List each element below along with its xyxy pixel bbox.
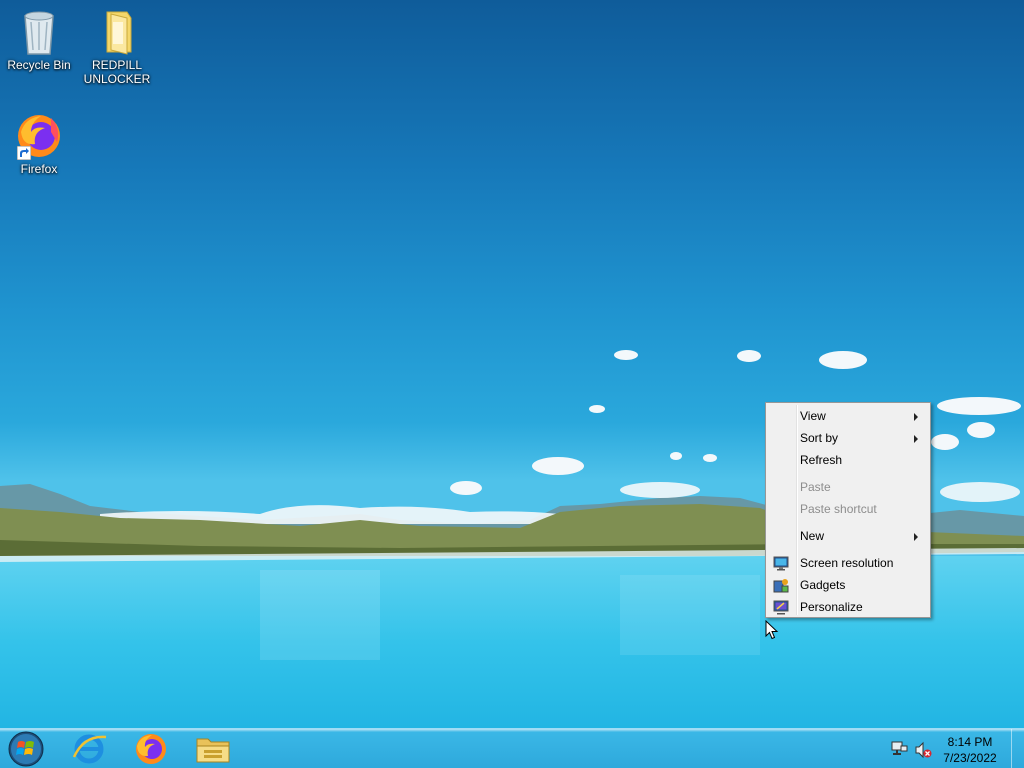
- firefox-icon: [15, 112, 63, 160]
- menu-item-label: New: [800, 529, 825, 543]
- menu-item-label: Personalize: [800, 600, 863, 614]
- recycle-bin-icon: [15, 8, 63, 56]
- menu-item-paste-shortcut[interactable]: Paste shortcut: [768, 498, 928, 520]
- menu-item-label: View: [800, 409, 826, 423]
- desktop[interactable]: Recycle Bin REDPILL UNLOCKER Firefox Vie…: [0, 0, 1024, 728]
- menu-item-label: Sort by: [800, 431, 839, 445]
- wallpaper-landscape: [0, 350, 1024, 728]
- taskbar-internet-explorer[interactable]: [62, 731, 116, 767]
- menu-item-gadgets[interactable]: Gadgets: [768, 574, 928, 596]
- menu-item-paste[interactable]: Paste: [768, 476, 928, 498]
- submenu-arrow-icon: [914, 413, 918, 421]
- show-desktop-button[interactable]: [1011, 729, 1024, 768]
- screen-resolution-icon: [773, 556, 789, 571]
- desktop-icon-label: Recycle Bin: [7, 58, 71, 72]
- desktop-icon-recycle-bin[interactable]: Recycle Bin: [1, 8, 77, 72]
- menu-item-label: Gadgets: [800, 578, 846, 592]
- personalize-icon: [773, 600, 789, 615]
- menu-item-view[interactable]: View: [768, 405, 928, 427]
- menu-item-label: Paste: [800, 480, 831, 494]
- menu-item-personalize[interactable]: Personalize: [768, 596, 928, 618]
- desktop-context-menu: View Sort by Refresh Paste Paste shortcu…: [765, 402, 931, 618]
- folder-icon: [93, 8, 141, 56]
- clock-time: 8:14 PM: [947, 735, 993, 749]
- clock-date: 7/23/2022: [943, 751, 997, 765]
- system-tray: 8:14 PM 7/23/2022: [874, 729, 1024, 768]
- firefox-icon: [136, 734, 166, 764]
- taskbar-file-explorer[interactable]: [186, 731, 240, 767]
- internet-explorer-icon: [72, 734, 107, 764]
- menu-item-sort-by[interactable]: Sort by: [768, 427, 928, 449]
- submenu-arrow-icon: [914, 533, 918, 541]
- taskbar: 8:14 PM 7/23/2022: [0, 728, 1024, 768]
- network-icon[interactable]: [890, 740, 908, 758]
- mouse-cursor-icon: [765, 620, 779, 640]
- desktop-icon-redpill-unlocker[interactable]: REDPILL UNLOCKER: [79, 8, 155, 86]
- start-orb-icon: [8, 731, 44, 767]
- gadgets-icon: [773, 579, 789, 593]
- desktop-icon-label: REDPILL UNLOCKER: [83, 58, 151, 86]
- shortcut-arrow-icon: [17, 146, 31, 160]
- volume-muted-icon[interactable]: [914, 741, 932, 759]
- start-button[interactable]: [4, 729, 48, 768]
- menu-item-label: Screen resolution: [800, 556, 894, 570]
- taskbar-firefox[interactable]: [124, 731, 178, 767]
- menu-item-new[interactable]: New: [768, 525, 928, 547]
- menu-item-label: Paste shortcut: [800, 502, 877, 516]
- file-explorer-icon: [196, 738, 230, 763]
- menu-item-label: Refresh: [800, 453, 843, 467]
- menu-item-refresh[interactable]: Refresh: [768, 449, 928, 471]
- taskbar-clock[interactable]: 8:14 PM 7/23/2022: [938, 734, 1002, 766]
- desktop-icon-label: Firefox: [20, 162, 58, 176]
- menu-item-screen-resolution[interactable]: Screen resolution: [768, 552, 928, 574]
- desktop-icon-firefox[interactable]: Firefox: [1, 112, 77, 176]
- submenu-arrow-icon: [914, 435, 918, 443]
